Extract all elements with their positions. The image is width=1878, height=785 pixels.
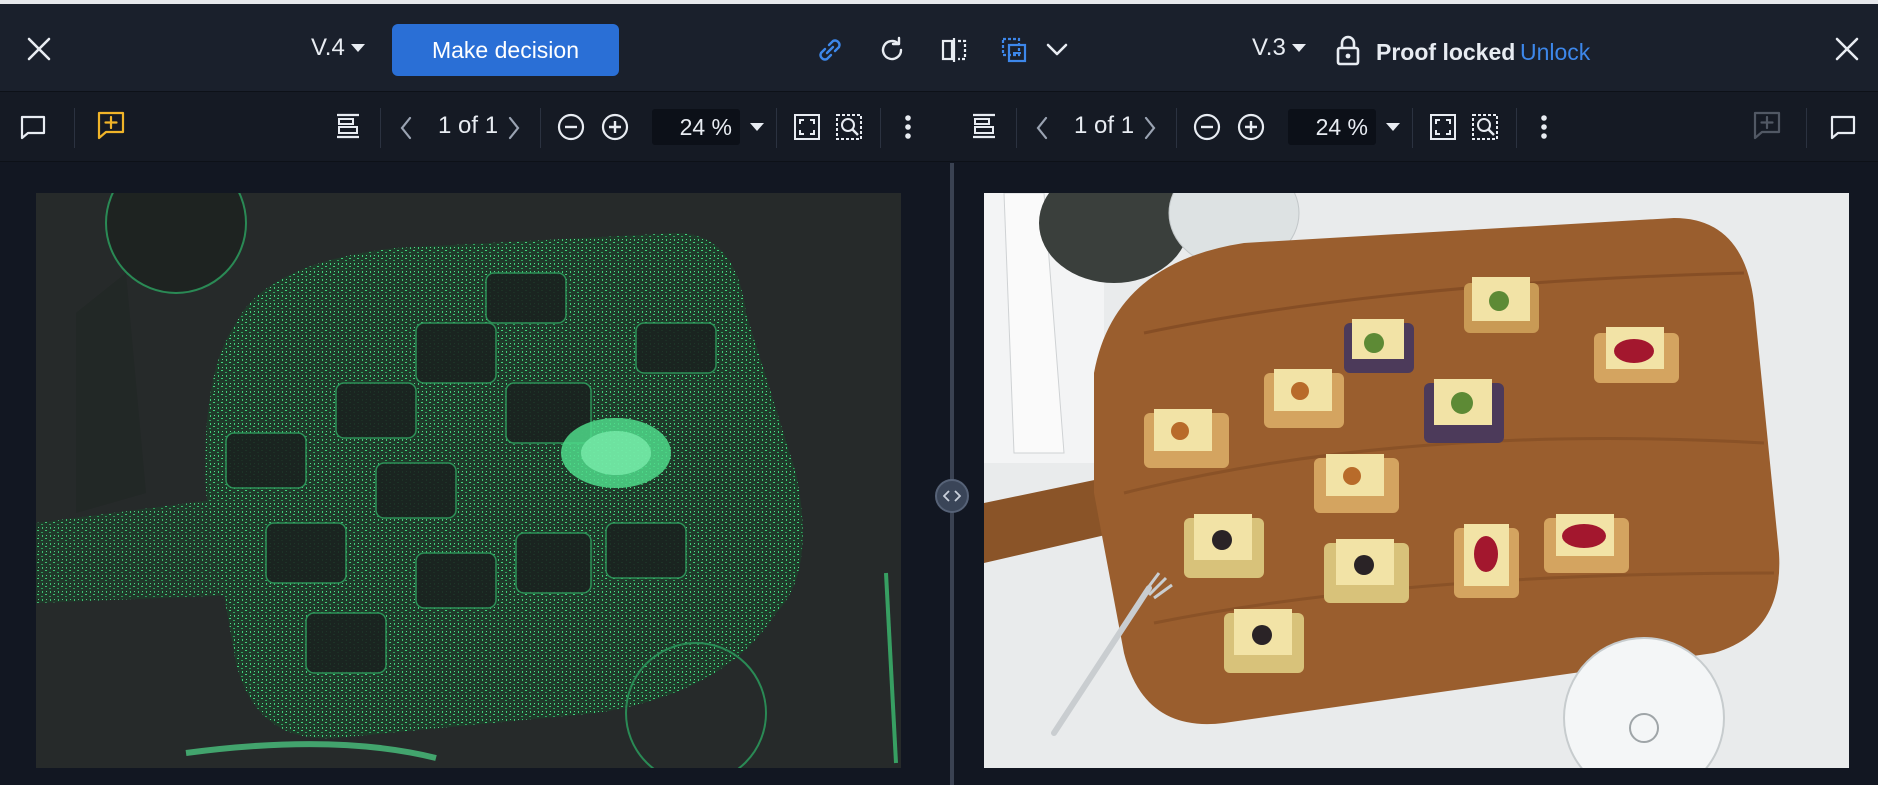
more-vertical-icon [905,115,911,139]
right-zoom-out-button[interactable] [1190,110,1224,144]
toolbar-divider [776,108,777,148]
left-comments-toggle-button[interactable] [16,110,50,144]
zoom-area-icon [836,114,862,140]
chevron-left-icon [400,116,412,140]
right-more-options-button[interactable] [1530,110,1558,144]
left-more-options-button[interactable] [894,110,922,144]
left-zoom-field[interactable]: 24 % [652,109,740,145]
comment-icon [20,115,46,140]
align-pages-icon [337,113,359,139]
more-vertical-icon [1541,115,1547,139]
right-prev-page-button[interactable] [1030,112,1054,144]
splitter-handle[interactable] [935,479,969,513]
zoom-out-icon [1193,113,1221,141]
right-zoom-selection-button[interactable] [1468,110,1502,144]
left-align-pages-button[interactable] [330,108,366,144]
left-zoom-value: 24 % [679,113,732,140]
right-add-annotation-button[interactable] [1750,108,1784,142]
overlay-mode-button[interactable] [996,32,1032,68]
left-zoom-dropdown[interactable] [746,114,768,140]
left-zoom-in-button[interactable] [598,110,632,144]
right-zoom-field[interactable]: 24 % [1288,109,1376,145]
left-zoom-selection-button[interactable] [832,110,866,144]
right-fit-to-screen-button[interactable] [1426,110,1460,144]
refresh-icon [881,36,903,61]
toolbar-divider [880,108,881,148]
link-toggle-button[interactable] [812,32,848,68]
compare-split-button[interactable] [936,32,972,68]
chevron-down-icon [1386,123,1400,131]
close-icon [27,37,51,61]
top-bar: V.4 Make decision V.3 Proof locked Unloc… [0,0,1878,92]
right-zoom-value: 24 % [1315,113,1368,140]
right-proof-image[interactable] [984,193,1849,768]
left-prev-page-button[interactable] [394,112,418,144]
close-viewer-button[interactable] [22,32,56,66]
chevron-down-icon [350,44,365,52]
toolbar-divider [1176,108,1177,148]
left-page-indicator: 1 of 1 [438,112,499,139]
refresh-button[interactable] [874,32,910,68]
toolbar-divider [380,108,381,148]
toolbar-divider [1016,108,1017,148]
toolbar-divider [540,108,541,148]
proof-lock-status: Proof locked [1376,39,1516,65]
add-annotation-button[interactable] [94,108,128,142]
chevron-down-icon [1291,44,1306,52]
add-comment-icon [1753,111,1781,140]
right-version-label: V.3 [1252,34,1286,61]
right-page-indicator: 1 of 1 [1074,112,1135,139]
add-comment-icon [97,111,125,140]
left-proof-difference-image[interactable] [36,193,901,768]
close-right-panel-button[interactable] [1830,32,1864,66]
left-zoom-out-button[interactable] [554,110,588,144]
unlock-link[interactable]: Unlock [1520,39,1590,66]
make-decision-button[interactable]: Make decision [392,24,619,76]
right-zoom-in-button[interactable] [1234,110,1268,144]
right-zoom-dropdown[interactable] [1382,114,1404,140]
zoom-in-icon [1237,113,1265,141]
zoom-out-icon [557,113,585,141]
left-fit-to-screen-button[interactable] [790,110,824,144]
right-next-page-button[interactable] [1138,112,1162,144]
lock-icon [1334,34,1362,66]
left-version-label: V.4 [311,34,345,61]
fit-screen-icon [794,114,820,140]
link-icon [819,39,841,61]
right-version-dropdown[interactable]: V.3 [1252,34,1306,62]
overlay-icon [1001,37,1027,63]
drag-horizontal-icon [943,490,961,502]
zoom-in-icon [601,113,629,141]
zoom-area-icon [1472,114,1498,140]
chevron-down-icon [750,123,764,131]
comment-icon [1830,115,1856,140]
right-comments-toggle-button[interactable] [1826,110,1860,144]
chevron-left-icon [1036,116,1048,140]
fit-screen-icon [1430,114,1456,140]
overlay-options-dropdown[interactable] [1042,34,1072,66]
right-align-pages-button[interactable] [966,108,1002,144]
toolbar-divider [74,108,75,148]
close-icon [1835,37,1859,61]
chevron-down-icon [1046,43,1068,56]
panel-splitter[interactable] [950,163,954,785]
compare-split-icon [941,38,967,62]
left-version-dropdown[interactable]: V.4 [311,34,365,62]
chevron-right-icon [1144,116,1156,140]
chevron-right-icon [508,116,520,140]
proof-toolbar: 1 of 1 24 % 1 of 1 24 % [0,92,1878,162]
left-next-page-button[interactable] [502,112,526,144]
toolbar-divider [1412,108,1413,148]
toolbar-divider [1806,108,1807,148]
toolbar-divider [1516,108,1517,148]
align-pages-icon [973,113,995,139]
